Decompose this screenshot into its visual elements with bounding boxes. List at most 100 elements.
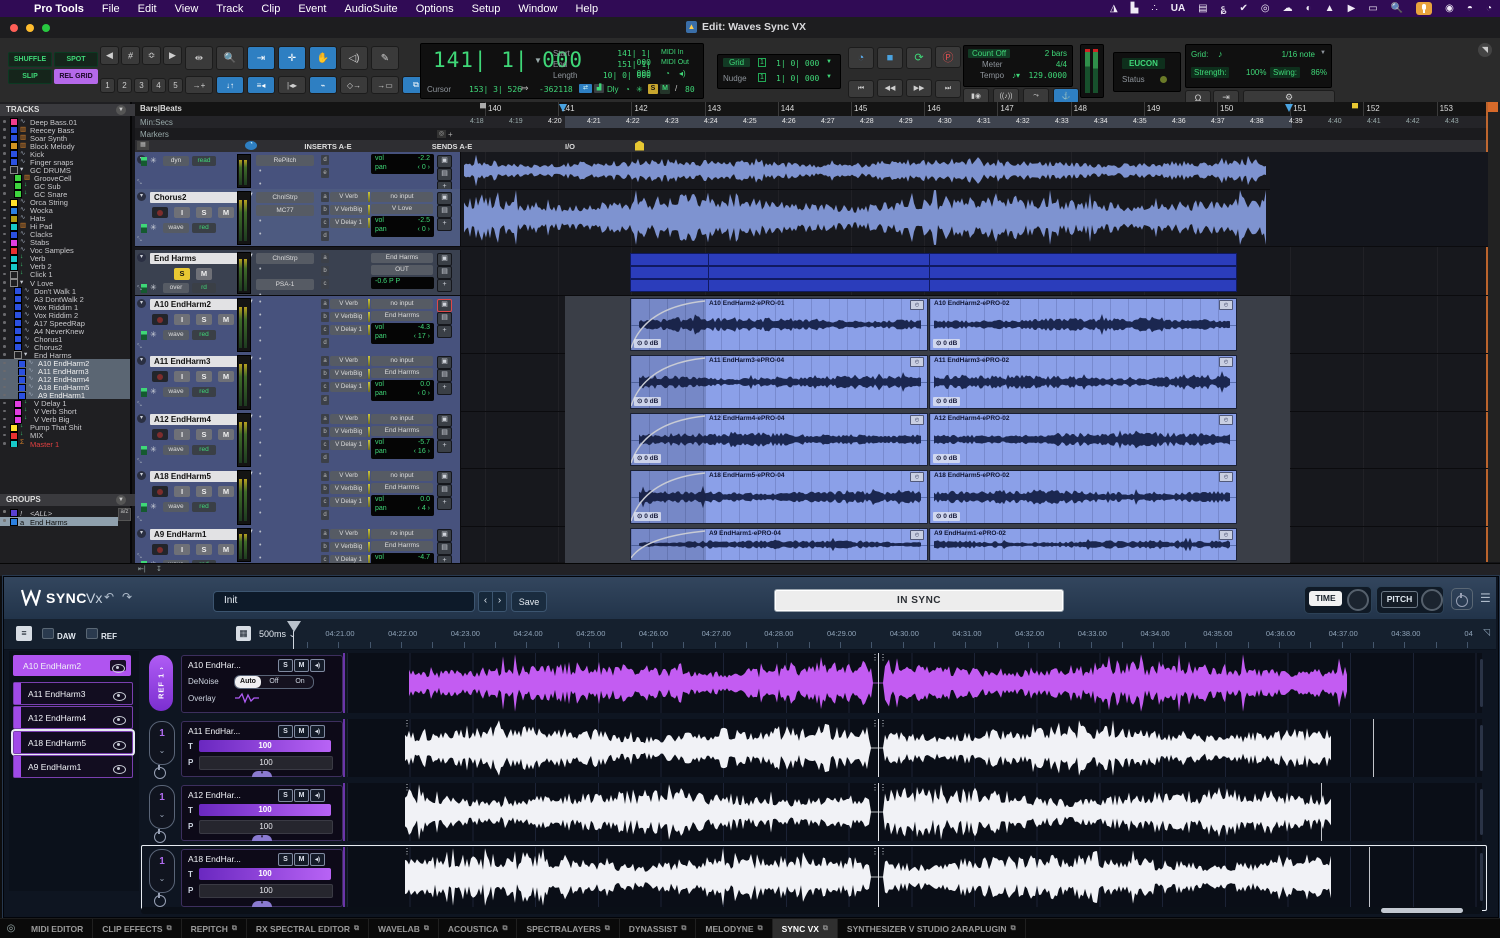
track-lane[interactable] [460,152,1488,189]
track-visible-dot[interactable] [3,176,6,179]
track-nameplate[interactable]: A11 EndHarm3 [150,356,250,367]
edit-mode-shuffle[interactable]: SHUFFLE [8,52,52,67]
send-slot-letter[interactable]: d [321,510,329,520]
record-enable-button[interactable] [152,314,168,325]
taskbar-home-icon[interactable]: ◎ [0,919,22,938]
track-visible-dot[interactable] [3,378,6,381]
mute-button[interactable]: M [218,371,234,382]
pencil-icon[interactable]: / [675,84,677,93]
automation-mode-selector[interactable]: read [192,156,216,166]
send-assignment[interactable]: V VerbBig [330,312,367,322]
swing-value[interactable]: 86% [1311,68,1327,77]
send-slot-letter[interactable]: c [321,279,329,289]
track-view-selector[interactable]: wave [163,330,189,340]
insert-slot[interactable]: ChnlStrp [256,253,314,264]
record-button[interactable]: Ⓟ [935,46,961,68]
timebase-icon[interactable]: ◔ [245,141,257,150]
comments-button[interactable]: ▤ [437,427,452,440]
group-name[interactable]: End Harms [30,518,68,527]
collapse-track-icon[interactable]: ▾ [137,414,146,423]
track-visible-dot[interactable] [3,386,6,389]
solo-button[interactable]: S [196,207,212,218]
taskbar-tab-midi-editor[interactable]: MIDI EDITOR [22,919,93,938]
track-view-selector[interactable]: wave [163,445,189,455]
collapse-track-icon[interactable]: ▾ [137,192,146,201]
track-visible-dot[interactable] [3,394,6,397]
grid-note-icon[interactable]: 1 [758,58,766,67]
h-zoom-icon[interactable]: ⇤| [138,565,146,573]
close-window-button[interactable] [10,24,18,32]
input-selector[interactable]: no input [371,529,433,539]
elastic-audio-clip-icon[interactable]: ◴ [910,472,924,482]
cloud-icon[interactable]: ☁ [1283,3,1293,14]
zoom-preset-1[interactable]: 1 [100,78,115,93]
solo-button[interactable]: S [196,544,212,555]
denoise-option-on[interactable]: On [287,676,313,688]
track-visible-dot[interactable] [3,370,6,373]
plugin-power-button[interactable] [1451,588,1473,610]
pitch-amount-slider[interactable]: 100 [199,884,333,898]
input-monitor-button[interactable]: I [174,207,190,218]
go-to-start-button[interactable]: ⏮ [848,80,874,98]
input-monitor-button[interactable]: I [174,429,190,440]
clock-icon[interactable]: ◔ [1486,3,1492,14]
taskbar-tab-dynassist[interactable]: DYNASSIST⧉ [620,919,697,938]
add-insert-button[interactable]: + [437,325,452,338]
take-dropdown-icon[interactable]: ⌄ [150,810,174,819]
taskbar-tab-sync-vx[interactable]: SYNC VX⧉ [773,919,838,938]
track-visible-dot[interactable] [3,321,6,324]
insert-slot-empty[interactable]: • [259,395,263,402]
tempo-label[interactable]: Tempo [980,71,1004,80]
clip-gain-badge[interactable]: ⊙ 0 dB [933,454,960,463]
group-dot[interactable] [3,510,6,513]
track-visible-dot[interactable] [3,168,6,171]
swing-label[interactable]: Swing: [1270,67,1300,78]
strip-power-button[interactable] [154,894,168,906]
switch-icon[interactable]: ◓ [1467,3,1473,14]
menu-window[interactable]: Window [518,3,557,15]
track-visible-dot[interactable] [3,120,6,123]
record-enable-button[interactable] [152,429,168,440]
send-assignment[interactable]: V Verb [330,356,367,366]
ref-badge[interactable]: REF 1 › [149,655,173,711]
zoomer-tool[interactable]: 🔍 [216,46,244,70]
menu-pro-tools[interactable]: Pro Tools [34,3,84,15]
trim-tool[interactable]: ⇥ [247,46,275,70]
insert-slot-empty[interactable]: • [259,414,263,421]
track-visible-dot[interactable] [3,281,6,284]
input-monitor-button[interactable]: I [174,486,190,497]
track-list-item[interactable]: ▾V Love [0,278,130,286]
send-slot-letter[interactable]: c [321,497,329,507]
send-assignment[interactable]: V Delay 1 [330,382,367,392]
output-selector[interactable]: End Harrms [371,483,433,493]
midi-merge-icon[interactable]: ◔ [665,69,670,78]
send-assignment[interactable]: V Delay 1 [330,325,367,335]
send-assignment[interactable]: V Verb [330,471,367,481]
insert-slot-empty[interactable]: • [259,181,263,188]
track-options-button[interactable]: ▣ [437,299,452,312]
track-list-item[interactable]: ↓V Verb Short [0,407,130,415]
group-dot[interactable] [3,519,6,522]
track-options-button[interactable]: ▣ [437,253,452,266]
send-assignment[interactable]: V VerbBig [330,484,367,494]
send-slot-letter[interactable]: d [321,231,329,241]
track-visible-dot[interactable] [3,305,6,308]
insert-slot-empty[interactable]: • [259,484,263,491]
drag-handle-dots-icon[interactable]: ⋮⋮ [871,656,887,660]
track-freeze-icon[interactable]: ⤡ [137,180,142,187]
audio-clip[interactable]: A10 EndHarm2-ePRO-01◴⊙ 0 dB [630,298,928,351]
track-list-item[interactable]: ∿Chorus2 [0,342,130,350]
zoom-toggle-icon[interactable]: ⇹ [185,46,213,70]
comments-button[interactable]: ▤ [437,205,452,218]
send-slot-letter[interactable]: a [321,356,329,366]
fast-forward-button[interactable]: ▶▶ [906,79,932,97]
volume-pan-display[interactable]: vol-4.3pan‹ 17 › [371,323,434,344]
plugin-waveform-area[interactable]: ⋮⋮⋮ [347,719,1482,777]
add-insert-button[interactable]: + [437,218,452,231]
add-insert-button[interactable]: + [437,382,452,395]
track-options-button[interactable]: ▣ [437,529,452,542]
folder-clip-bar[interactable] [630,253,1237,266]
track-list-item[interactable]: ▾GC DRUMS [0,165,130,173]
send-slot-letter[interactable]: d [321,155,329,165]
send-assignment[interactable]: V Verb [330,299,367,309]
